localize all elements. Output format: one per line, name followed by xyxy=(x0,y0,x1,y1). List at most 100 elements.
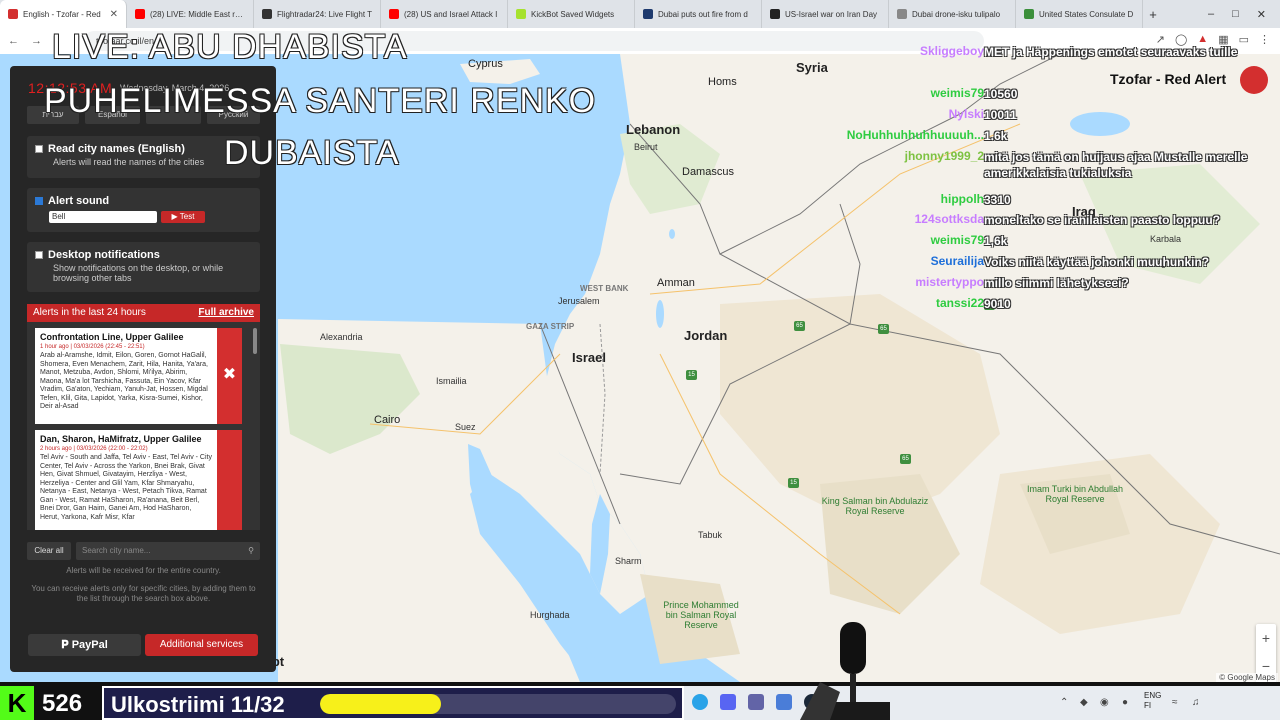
microphone-icon[interactable]: ● xyxy=(1122,697,1128,708)
app-icon[interactable] xyxy=(776,694,792,710)
close-tab-icon[interactable]: ✕ xyxy=(110,9,118,20)
alert-item[interactable]: Confrontation Line, Upper Galilee 1 hour… xyxy=(35,328,217,424)
alert-item[interactable]: Dan, Sharon, HaMifratz, Upper Galilee 2 … xyxy=(35,430,217,530)
tab-favicon-icon xyxy=(516,9,526,19)
road-shield: 65 xyxy=(794,321,805,331)
lang-code: ENG FI xyxy=(1144,691,1162,710)
map-label-gaza-strip: GAZA STRIP xyxy=(526,322,575,331)
alert-title: Dan, Sharon, HaMifratz, Upper Galilee xyxy=(40,434,202,444)
map-label-beirut: Beirut xyxy=(634,142,658,152)
teams-icon[interactable] xyxy=(748,694,764,710)
alert-icon-strip: ✖ xyxy=(217,328,242,424)
test-label: Test xyxy=(179,212,195,221)
sound-select[interactable]: Bell xyxy=(49,211,157,223)
browser-tab[interactable]: Dubai puts out fire from d xyxy=(635,0,762,28)
browser-tab[interactable]: English - Tzofar - Red ✕ xyxy=(0,0,127,28)
maximize-icon[interactable]: □ xyxy=(1232,8,1239,21)
desktop-notif-checkbox[interactable] xyxy=(35,251,43,259)
tab-title: English - Tzofar - Red xyxy=(23,9,101,19)
browser-tab[interactable]: (28) LIVE: Middle East real xyxy=(127,0,254,28)
chevron-up-icon[interactable]: ⌃ xyxy=(1060,697,1068,708)
screen: English - Tzofar - Red ✕ (28) LIVE: Middle… xyxy=(0,0,1280,720)
alert-time: 1 hour ago | 03/03/2026 (22:45 - 22:51) xyxy=(40,344,145,350)
chat-username: mistertyppo xyxy=(915,275,984,289)
stream-title-box: Ulkostriimi 11/32 xyxy=(102,686,684,720)
back-icon[interactable]: ← xyxy=(8,35,19,47)
wifi-icon[interactable]: ≈ xyxy=(1172,697,1178,708)
overlay-line-2: PUHELIMESSA SANTERI RENKO xyxy=(44,82,597,120)
chat-username: Skliggeboy xyxy=(919,44,984,58)
map-label-hurghada: Hurghada xyxy=(530,610,570,620)
stream-progress-fill xyxy=(320,694,442,714)
road-shield: 65 xyxy=(900,454,911,464)
chat-username: jhonny1999_2 xyxy=(904,149,984,163)
additional-services-button[interactable]: Additional services xyxy=(145,634,258,656)
dropbox-icon[interactable]: ◆ xyxy=(1080,697,1088,708)
forward-icon[interactable]: → xyxy=(31,35,42,47)
desktop-notif-sub: Show notifications on the desktop, or wh… xyxy=(53,263,224,283)
network-icon[interactable]: ◉ xyxy=(1100,697,1109,708)
chat-username: tanssi22 xyxy=(935,296,984,310)
alert-icon-strip xyxy=(217,430,242,530)
clear-all-button[interactable]: Clear all xyxy=(27,542,71,560)
map-label-damascus: Damascus xyxy=(682,166,734,178)
tab-title: Flightradar24: Live Flight T xyxy=(277,9,372,19)
alerts-list[interactable]: Confrontation Line, Upper Galilee 1 hour… xyxy=(27,322,260,530)
alert-sound-checkbox[interactable] xyxy=(35,197,43,205)
windows-taskbar xyxy=(684,686,1280,720)
browser-tab-bar: English - Tzofar - Red ✕ (28) LIVE: Middle… xyxy=(0,0,1280,28)
chat-text: 3310 xyxy=(984,193,1011,207)
browser-tab[interactable]: Dubai drone-isku tulipalo xyxy=(889,0,1016,28)
map-attribution: © Google Maps xyxy=(1216,673,1278,682)
paypal-button[interactable]: 𝐏 PayPal xyxy=(28,634,141,656)
full-archive-link[interactable]: Full archive xyxy=(198,304,254,322)
chat-text: 1.6k xyxy=(984,129,1008,143)
tab-favicon-icon xyxy=(262,9,272,19)
overlay-line-3: DUBAISTA xyxy=(224,134,400,172)
tab-title: Dubai puts out fire from d xyxy=(658,9,748,19)
tab-title: KickBot Saved Widgets xyxy=(531,9,615,19)
close-icon[interactable]: ✕ xyxy=(1257,8,1266,21)
browser-tab[interactable]: KickBot Saved Widgets xyxy=(508,0,635,28)
search-icon: ⚲ xyxy=(248,546,254,555)
microphone-camera-overlay xyxy=(800,622,890,720)
read-names-checkbox[interactable] xyxy=(35,145,43,153)
chat-text: 10560 xyxy=(984,87,1018,101)
test-sound-button[interactable]: ▶ Test xyxy=(161,211,205,223)
tab-favicon-icon xyxy=(643,9,653,19)
discord-icon[interactable] xyxy=(720,694,736,710)
map-label-cyprus: Cyprus xyxy=(468,58,503,70)
telegram-icon[interactable] xyxy=(692,694,708,710)
browser-tab[interactable]: US-Israel war on Iran Day xyxy=(762,0,889,28)
city-search-input[interactable]: Search city name... ⚲ xyxy=(76,542,260,560)
stream-progress-bar xyxy=(320,694,676,714)
chat-username: 124sottksda xyxy=(914,212,984,226)
kick-logo-icon: K xyxy=(0,686,34,720)
new-tab-button[interactable]: + xyxy=(1143,7,1163,22)
alert-sound-title: Alert sound xyxy=(48,195,110,207)
volume-icon[interactable]: ♫ xyxy=(1192,697,1200,708)
alert-title: Confrontation Line, Upper Galilee xyxy=(40,332,184,342)
minimize-icon[interactable]: – xyxy=(1208,8,1214,21)
overlay-line-1: LIVE: ABU DHABISTA xyxy=(52,28,408,66)
browser-tab[interactable]: Flightradar24: Live Flight T xyxy=(254,0,381,28)
map-label-jerusalem: Jerusalem xyxy=(558,296,600,306)
tab-title: United States Consulate D xyxy=(1039,9,1134,19)
map-label-jordan: Jordan xyxy=(684,328,728,343)
browser-tab[interactable]: United States Consulate D xyxy=(1016,0,1143,28)
browser-tab[interactable]: (28) US and Israel Attack I xyxy=(381,0,508,28)
chat-username: hippolh xyxy=(940,192,984,206)
alerts-header-title: Alerts in the last 24 hours xyxy=(33,307,146,318)
desktop-notif-title: Desktop notifications xyxy=(48,249,160,261)
chat-text: MET ja Häppenings emotet seuraavaks tuil… xyxy=(984,45,1238,59)
map-label-imam-turki-reserve: Imam Turki bin Abdullah Royal Reserve xyxy=(1026,484,1124,504)
alerts-scrollbar[interactable] xyxy=(253,328,257,354)
language-indicator[interactable]: ENG FI xyxy=(1144,691,1161,711)
tab-favicon-icon xyxy=(8,9,18,19)
paypal-label: PayPal xyxy=(71,639,108,651)
map-label-amman: Amman xyxy=(657,277,695,289)
map-label-tabuk: Tabuk xyxy=(698,530,723,540)
tab-favicon-icon xyxy=(389,9,399,19)
chat-text: Voiks niitä käyttää johonki muuhunkin? xyxy=(984,255,1210,269)
info-text-2: You can receive alerts only for specific… xyxy=(31,584,256,603)
